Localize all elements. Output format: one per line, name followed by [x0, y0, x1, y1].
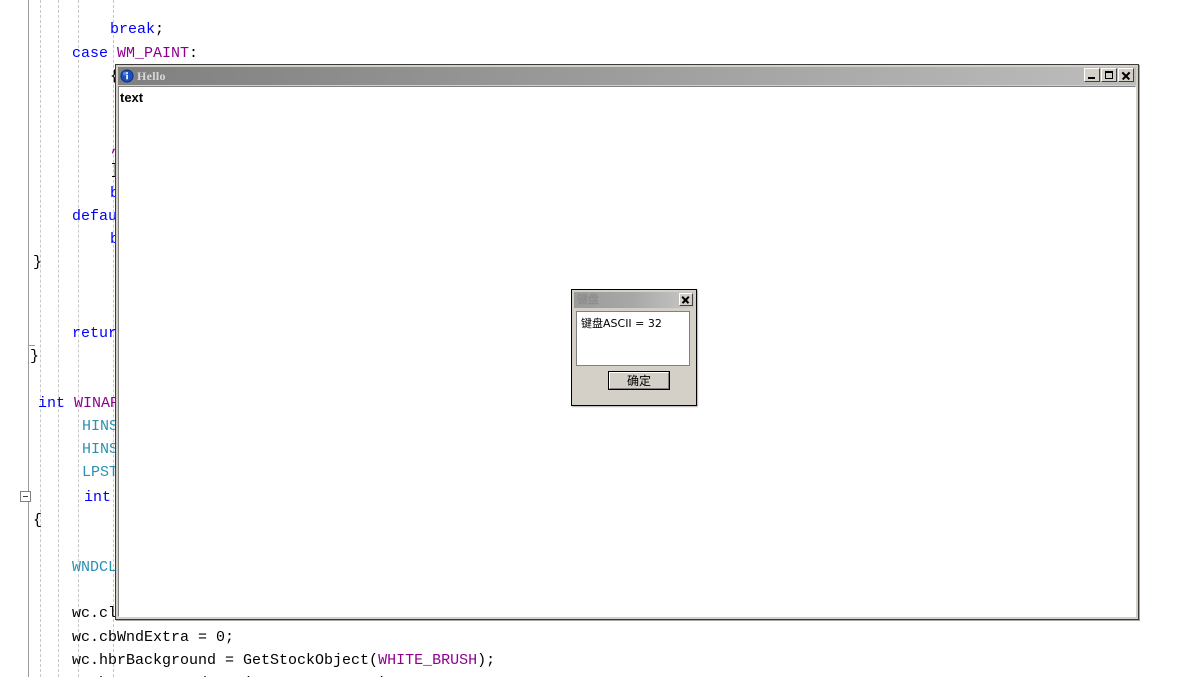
code-line: WNDCL: [72, 559, 118, 576]
keyboard-dialog-titlebar[interactable]: 键盘: [574, 292, 694, 308]
close-button[interactable]: [1118, 68, 1134, 82]
code-line: wc.cbWndExtra = 0;: [72, 629, 235, 646]
minimize-icon: [1088, 77, 1095, 79]
code-line: wc.cl: [72, 605, 118, 622]
code-line: }: [33, 254, 43, 271]
code-line: wc.hbrBackground = GetStockObject(WHITE_…: [72, 652, 496, 669]
code-line: int: [84, 489, 112, 506]
keyboard-dialog-title: 键盘: [577, 293, 599, 306]
hello-window-titlebar[interactable]: Hello: [118, 67, 1136, 85]
dialog-close-button[interactable]: [679, 293, 693, 306]
code-line: retur: [72, 325, 118, 342]
code-line: {: [33, 512, 43, 529]
window-controls[interactable]: [1083, 68, 1134, 82]
client-text-label: text: [120, 90, 144, 105]
ok-button-label: 确定: [609, 372, 669, 389]
code-line: defau: [72, 208, 118, 225]
code-line: HINS: [82, 441, 119, 458]
minimize-button[interactable]: [1084, 68, 1100, 82]
code-line: wc.hIcon = LoadIcon(NULL, IDI_WARN);: [72, 672, 396, 677]
hello-window-title: Hello: [137, 69, 166, 83]
keyboard-dialog-message: 键盘ASCII = 32: [581, 317, 662, 330]
ok-button[interactable]: 确定: [608, 371, 670, 390]
code-line: LPST: [82, 464, 119, 481]
info-icon: [120, 69, 134, 83]
code-line: }: [30, 348, 40, 365]
code-line: case WM_PAINT:: [72, 45, 199, 62]
code-line: int WINAP: [38, 395, 120, 412]
maximize-button[interactable]: [1101, 68, 1117, 82]
maximize-icon: [1105, 71, 1113, 79]
screen: break;case WM_PAINT:{,]bdefaub}retur}int…: [0, 0, 1200, 677]
keyboard-dialog[interactable]: 键盘 键盘ASCII = 32 确定: [571, 289, 697, 406]
code-line: HINS: [82, 418, 119, 435]
code-line: break;: [110, 21, 165, 38]
